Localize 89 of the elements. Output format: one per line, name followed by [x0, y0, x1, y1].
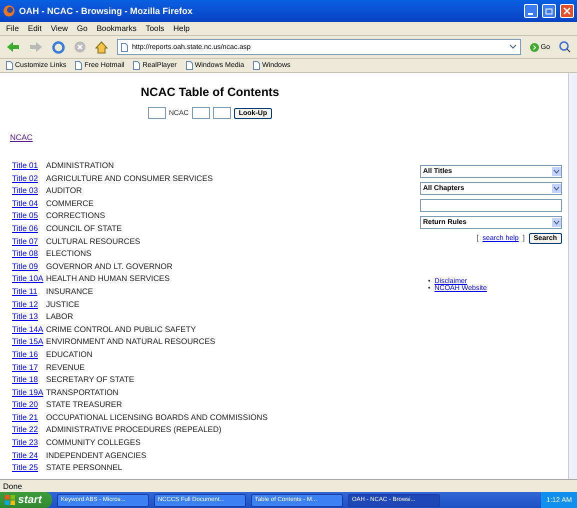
title-name: ADMINISTRATION	[46, 160, 115, 172]
title-link[interactable]: Title 08	[12, 248, 46, 261]
title-link[interactable]: Title 20	[12, 399, 46, 412]
title-name: CULTURAL RESOURCES	[46, 236, 142, 248]
title-name: EDUCATION	[46, 348, 94, 361]
title-name: SECRETARY OF STATE	[46, 374, 136, 386]
stop-icon[interactable]	[74, 41, 86, 53]
title-name: REVENUE	[46, 362, 86, 374]
title-name: ENVIRONMENT AND NATURAL RESOURCES	[46, 336, 216, 348]
title-link[interactable]: Title 17	[12, 362, 46, 374]
title-link[interactable]: Title 11	[12, 286, 46, 299]
title-name: TRANSPORTATION	[46, 386, 120, 399]
title-link[interactable]: Title 05	[12, 210, 46, 223]
title-name: CRIME CONTROL AND PUBLIC SAFETY	[46, 324, 197, 336]
dropdown-arrow-icon[interactable]	[552, 218, 561, 227]
window-title: OAH - NCAC - Browsing - Mozilla Firefox	[19, 6, 194, 16]
menu-item[interactable]: Tools	[146, 24, 164, 33]
page-icon	[133, 61, 140, 70]
back-icon[interactable]	[6, 41, 20, 53]
title-name: COMMERCE	[46, 198, 95, 210]
title-name: COUNCIL OF STATE	[46, 222, 123, 235]
title-link[interactable]: Title 25	[12, 462, 46, 475]
section-input-field[interactable]	[212, 107, 231, 119]
title-link[interactable]: Title 12	[12, 298, 46, 312]
title-name: HEALTH AND HUMAN SERVICES	[46, 273, 171, 286]
title-link[interactable]: Title 23	[12, 437, 46, 450]
title-link[interactable]: Title 04	[12, 198, 46, 210]
menu-item[interactable]: Help	[173, 24, 190, 33]
page-icon	[75, 61, 82, 70]
menu-item[interactable]: File	[6, 24, 19, 33]
title-name: JUSTICE	[46, 298, 80, 311]
title-name: COMMUNITY COLLEGES	[46, 437, 142, 450]
title-name: CORRECTIONS	[46, 210, 106, 222]
title-name: INDEPENDENT AGENCIES	[46, 450, 148, 462]
firefox-icon	[3, 5, 15, 17]
page-icon	[186, 61, 193, 70]
windows-flag-icon	[5, 495, 15, 505]
dropdown-arrow-icon[interactable]	[552, 184, 561, 193]
title-name: STATE PERSONNEL	[46, 462, 124, 474]
title-name: LABOR	[46, 311, 74, 324]
title-name: AGRICULTURE AND CONSUMER SERVICES	[46, 172, 214, 185]
title-link[interactable]: Title 07	[12, 236, 46, 248]
close-button[interactable]	[560, 4, 574, 18]
title-link[interactable]: Title 14A	[12, 324, 46, 336]
menu-item[interactable]: View	[50, 24, 68, 33]
title-input-field[interactable]	[148, 107, 166, 119]
restore-button[interactable]	[542, 4, 556, 18]
title-link[interactable]: Title 13	[12, 311, 46, 324]
title-link[interactable]: Title 24	[12, 450, 46, 462]
status-text: Done	[3, 482, 22, 490]
reload-icon[interactable]	[52, 40, 65, 54]
title-link[interactable]: Title 16	[12, 348, 46, 362]
start-button[interactable]: start	[0, 492, 52, 508]
minimize-button[interactable]	[524, 4, 538, 18]
title-name: STATE TREASURER	[46, 399, 124, 412]
title-name: GOVERNOR AND LT. GOVERNOR	[46, 260, 174, 273]
title-link[interactable]: Title 01	[12, 160, 46, 173]
title-link[interactable]: Title 09	[12, 260, 46, 274]
home-icon[interactable]	[95, 40, 108, 54]
title-link[interactable]: Title 21	[12, 412, 46, 424]
page-icon	[6, 61, 13, 70]
title-link[interactable]: Title 02	[12, 172, 46, 186]
menu-item[interactable]: Bookmarks	[96, 24, 137, 33]
restore-icon	[545, 7, 553, 15]
title-link[interactable]: Title 22	[12, 424, 46, 438]
search-icon[interactable]	[559, 41, 571, 53]
dropdown-arrow-icon[interactable]	[552, 167, 561, 176]
close-icon	[563, 7, 571, 15]
page-heading: NCAC Table of Contents	[140, 85, 280, 99]
title-link[interactable]: Title 03	[12, 185, 46, 198]
breadcrumb-link[interactable]: NCAC	[10, 133, 420, 142]
page-icon	[253, 61, 260, 70]
title-name: ELECTIONS	[46, 248, 92, 260]
title-link[interactable]: Title 15A	[12, 336, 46, 349]
title-name: OCCUPATIONAL LICENSING BOARDS AND COMMISSIONS	[46, 412, 269, 424]
menu-item[interactable]: Go	[76, 24, 88, 33]
menu-item[interactable]: Edit	[28, 24, 42, 33]
scrollbar[interactable]	[568, 73, 577, 479]
go-icon[interactable]	[530, 42, 539, 52]
page-icon	[121, 42, 128, 52]
title-name: AUDITOR	[46, 185, 83, 198]
title-link[interactable]: Title 06	[12, 222, 46, 236]
search-field[interactable]	[420, 199, 562, 212]
title-link[interactable]: Title 18	[12, 374, 46, 387]
title-link[interactable]: Title 10A	[12, 273, 46, 286]
title-name: ADMINISTRATIVE PROCEDURES (REPEALED)	[46, 424, 222, 436]
title-link[interactable]: Title 19A	[12, 386, 46, 400]
title-name: INSURANCE	[46, 286, 94, 298]
chapter-input-field[interactable]	[192, 107, 210, 119]
